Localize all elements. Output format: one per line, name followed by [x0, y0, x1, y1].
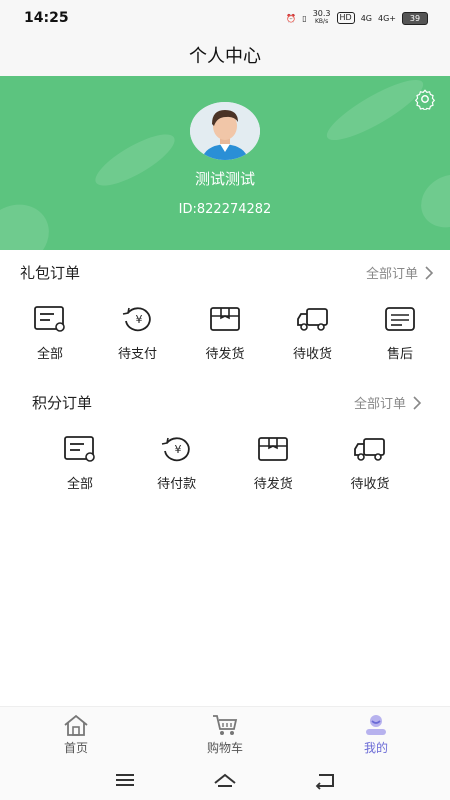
gift-order-pending-receipt[interactable]: 待收货 — [273, 305, 353, 362]
chevron-right-icon — [425, 265, 434, 280]
signal-4g-plus: 4G+ — [378, 13, 396, 23]
points-order-all[interactable]: 全部 — [40, 435, 120, 492]
view-all-gift-orders-link[interactable]: 全部订单 — [366, 263, 434, 282]
after-sales-icon — [385, 307, 415, 331]
tab-home[interactable]: 首页 — [36, 713, 116, 756]
alarm-icon: ⏰ — [286, 13, 297, 23]
status-bar: 14:25 ⏰ ▯ 30.3 KB/s HD 4G 4G+ 39 — [0, 0, 450, 36]
network-speed: 30.3 KB/s — [312, 9, 331, 26]
view-all-points-orders-link[interactable]: 全部订单 — [354, 393, 422, 412]
gift-order-items: 全部 ¥ 待支付 待发货 待收货 售后 — [10, 305, 440, 362]
points-order-pending-shipment[interactable]: 待发货 — [233, 435, 313, 492]
status-icons: ⏰ ▯ 30.3 KB/s HD 4G 4G+ 39 — [286, 10, 428, 26]
all-orders-icon — [34, 306, 65, 332]
pending-receipt-icon — [296, 308, 328, 331]
points-order-pending-payment[interactable]: ¥ 待付款 — [137, 435, 217, 492]
gift-order-all[interactable]: 全部 — [10, 305, 90, 362]
section-title: 积分订单 — [32, 394, 93, 412]
points-order-items: 全部 ¥ 待付款 待发货 待收货 — [40, 435, 410, 492]
points-orders-section: 积分订单 全部订单 全部 ¥ 待付款 待发货 待收货 — [0, 380, 450, 510]
username: 测试测试 — [194, 170, 255, 188]
signal-4g: 4G — [360, 13, 372, 23]
points-order-pending-receipt[interactable]: 待收货 — [330, 435, 410, 492]
home-icon — [64, 714, 88, 736]
home-nav-icon[interactable] — [213, 770, 237, 790]
avatar[interactable] — [190, 102, 260, 160]
back-icon[interactable] — [313, 770, 337, 790]
page-title: 个人中心 — [189, 46, 261, 67]
battery-icon: 39 — [402, 11, 428, 25]
system-nav-bar — [0, 760, 450, 800]
all-orders-icon — [64, 436, 95, 462]
svg-text:¥: ¥ — [174, 443, 181, 456]
cart-icon — [213, 715, 238, 735]
svg-text:¥: ¥ — [135, 313, 142, 326]
title-bar: 个人中心 — [0, 36, 450, 76]
pending-shipment-icon — [210, 307, 240, 331]
user-id: ID:822274282 — [178, 202, 272, 217]
pending-payment-icon: ¥ — [161, 437, 190, 462]
vibrate-icon: ▯ — [302, 13, 307, 23]
profile-header: 测试测试 ID:822274282 — [0, 76, 450, 250]
tab-cart[interactable]: 购物车 — [185, 713, 265, 756]
menu-icon[interactable] — [113, 770, 137, 790]
tab-bar: 首页 购物车 我的 — [0, 706, 450, 761]
pending-payment-icon: ¥ — [122, 307, 151, 332]
tab-profile[interactable]: 我的 — [336, 713, 416, 756]
gift-orders-section: 礼包订单 全部订单 全部 ¥ 待支付 待发货 待收货 售后 — [0, 250, 450, 375]
gift-order-pending-payment[interactable]: ¥ 待支付 — [98, 305, 178, 362]
hd-badge: HD — [336, 12, 355, 24]
avatar-image — [190, 102, 260, 160]
status-time: 14:25 — [24, 10, 69, 26]
settings-icon[interactable] — [414, 88, 436, 110]
profile-icon — [366, 715, 386, 735]
pending-receipt-icon — [354, 438, 385, 461]
chevron-right-icon — [413, 395, 422, 410]
gift-order-after-sales[interactable]: 售后 — [360, 305, 440, 362]
section-title: 礼包订单 — [20, 264, 81, 282]
gift-order-pending-shipment[interactable]: 待发货 — [185, 305, 265, 362]
pending-shipment-icon — [258, 437, 289, 461]
